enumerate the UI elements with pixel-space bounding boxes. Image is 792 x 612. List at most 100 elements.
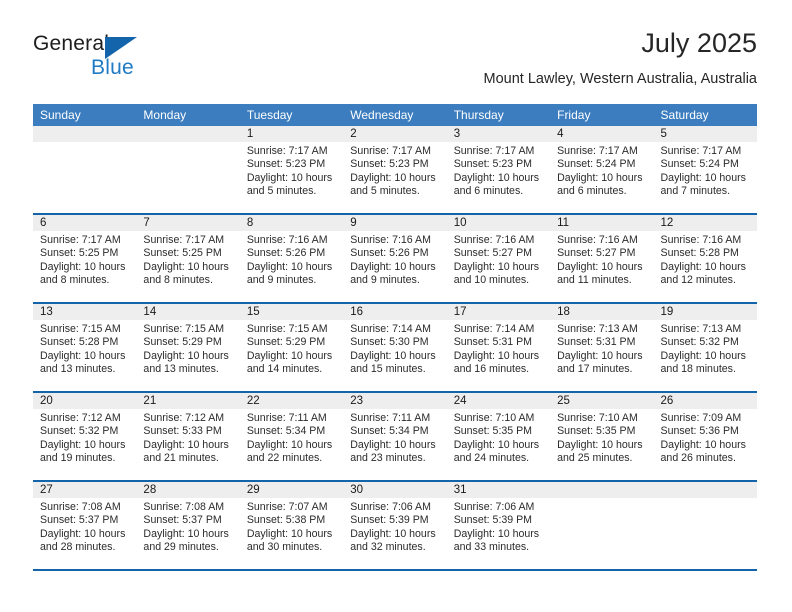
calendar-day-cell[interactable]: 15 Sunrise: 7:15 AM Sunset: 5:29 PM Dayligh…	[239, 304, 344, 391]
calendar-day-cell[interactable]: 7 Sunrise: 7:17 AM Sunset: 5:25 PM Daylight…	[136, 215, 240, 302]
brand-name-general: General	[33, 32, 110, 55]
page-title: July 2025	[641, 28, 757, 58]
day-details: Sunrise: 7:07 AM Sunset: 5:38 PM Daylight:…	[240, 498, 343, 555]
calendar-day-cell[interactable]: 12 Sunrise: 7:16 AM Sunset: 5:28 PM Dayligh…	[653, 215, 757, 302]
sunrise-text: Sunrise: 7:16 AM	[453, 234, 535, 246]
daylight-text: Daylight: 10 hours and 33 minutes.	[453, 527, 540, 554]
calendar-weeks: 1 Sunrise: 7:17 AM Sunset: 5:23 PM Daylight…	[33, 126, 757, 571]
daylight-text: Daylight: 10 hours and 7 minutes.	[660, 171, 746, 198]
day-details: Sunrise: 7:17 AM Sunset: 5:24 PM Daylight:…	[654, 142, 757, 199]
calendar-day-cell[interactable]: 17 Sunrise: 7:14 AM Sunset: 5:31 PM Dayligh…	[446, 304, 551, 391]
day-details: Sunrise: 7:17 AM Sunset: 5:23 PM Daylight:…	[240, 142, 343, 199]
calendar-day-cell[interactable]: 18 Sunrise: 7:13 AM Sunset: 5:31 PM Dayligh…	[550, 304, 654, 391]
sunset-text: Sunset: 5:27 PM	[557, 247, 636, 260]
brand-logo[interactable]: General Blue	[33, 32, 163, 84]
day-number: 10	[446, 215, 551, 231]
calendar-day-cell-empty	[33, 126, 137, 213]
day-number: 14	[136, 304, 240, 320]
calendar-page: General Blue July 2025 Mount Lawley, Wes…	[0, 0, 792, 612]
day-details: Sunrise: 7:14 AM Sunset: 5:31 PM Daylight:…	[447, 320, 550, 377]
day-number: 5	[653, 126, 757, 142]
calendar-day-cell[interactable]: 29 Sunrise: 7:07 AM Sunset: 5:38 PM Dayligh…	[239, 482, 344, 569]
sunrise-text: Sunrise: 7:17 AM	[40, 234, 121, 246]
calendar-day-cell[interactable]: 2 Sunrise: 7:17 AM Sunset: 5:23 PM Daylight…	[343, 126, 447, 213]
sunrise-text: Sunrise: 7:14 AM	[350, 323, 431, 335]
day-details: Sunrise: 7:16 AM Sunset: 5:27 PM Daylight:…	[447, 231, 550, 288]
sunrise-text: Sunrise: 7:06 AM	[453, 501, 535, 513]
sunset-text: Sunset: 5:26 PM	[350, 247, 429, 260]
day-number: 11	[550, 215, 654, 231]
calendar-day-cell[interactable]: 30 Sunrise: 7:06 AM Sunset: 5:39 PM Dayligh…	[343, 482, 447, 569]
calendar-day-cell[interactable]: 1 Sunrise: 7:17 AM Sunset: 5:23 PM Daylight…	[239, 126, 344, 213]
calendar-day-cell[interactable]: 25 Sunrise: 7:10 AM Sunset: 5:35 PM Dayligh…	[550, 393, 654, 480]
sunset-text: Sunset: 5:32 PM	[40, 425, 119, 438]
daylight-text: Daylight: 10 hours and 12 minutes.	[660, 260, 746, 287]
day-details: Sunrise: 7:16 AM Sunset: 5:28 PM Daylight:…	[654, 231, 757, 288]
daylight-text: Daylight: 10 hours and 18 minutes.	[660, 349, 746, 376]
day-details: Sunrise: 7:16 AM Sunset: 5:26 PM Daylight:…	[240, 231, 343, 288]
calendar-day-cell[interactable]: 5 Sunrise: 7:17 AM Sunset: 5:24 PM Daylight…	[653, 126, 757, 213]
sunrise-text: Sunrise: 7:07 AM	[246, 501, 328, 513]
sunrise-text: Sunrise: 7:11 AM	[246, 412, 327, 424]
sunset-text: Sunset: 5:23 PM	[246, 158, 326, 171]
calendar-day-cell[interactable]: 20 Sunrise: 7:12 AM Sunset: 5:32 PM Dayligh…	[33, 393, 137, 480]
daylight-text: Daylight: 10 hours and 11 minutes.	[557, 260, 643, 287]
daylight-text: Daylight: 10 hours and 21 minutes.	[143, 438, 229, 465]
calendar-day-cell[interactable]: 8 Sunrise: 7:16 AM Sunset: 5:26 PM Daylight…	[239, 215, 344, 302]
calendar-day-cell[interactable]: 27 Sunrise: 7:08 AM Sunset: 5:37 PM Dayligh…	[33, 482, 137, 569]
weekday-header-sunday: Sunday	[40, 108, 81, 122]
day-number	[33, 126, 137, 142]
calendar-day-cell[interactable]: 19 Sunrise: 7:13 AM Sunset: 5:32 PM Dayligh…	[653, 304, 757, 391]
sunset-text: Sunset: 5:39 PM	[350, 514, 429, 527]
calendar-day-cell[interactable]: 24 Sunrise: 7:10 AM Sunset: 5:35 PM Dayligh…	[446, 393, 551, 480]
day-number	[653, 482, 757, 498]
calendar-day-cell[interactable]: 16 Sunrise: 7:14 AM Sunset: 5:30 PM Dayligh…	[343, 304, 447, 391]
calendar-day-cell[interactable]: 21 Sunrise: 7:12 AM Sunset: 5:33 PM Dayligh…	[136, 393, 240, 480]
calendar-day-cell[interactable]: 14 Sunrise: 7:15 AM Sunset: 5:29 PM Dayligh…	[136, 304, 240, 391]
weekday-header-friday: Friday	[557, 108, 591, 122]
calendar-day-cell[interactable]: 11 Sunrise: 7:16 AM Sunset: 5:27 PM Dayligh…	[550, 215, 654, 302]
day-details: Sunrise: 7:16 AM Sunset: 5:27 PM Daylight:…	[550, 231, 653, 288]
day-number: 23	[343, 393, 447, 409]
daylight-text: Daylight: 10 hours and 26 minutes.	[660, 438, 746, 465]
sunrise-text: Sunrise: 7:13 AM	[557, 323, 638, 335]
calendar-day-cell[interactable]: 31 Sunrise: 7:06 AM Sunset: 5:39 PM Dayligh…	[446, 482, 551, 569]
sunrise-text: Sunrise: 7:14 AM	[453, 323, 535, 335]
day-number: 31	[446, 482, 551, 498]
sunset-text: Sunset: 5:37 PM	[143, 514, 222, 527]
calendar-day-cell[interactable]: 28 Sunrise: 7:08 AM Sunset: 5:37 PM Dayligh…	[136, 482, 240, 569]
sunrise-text: Sunrise: 7:08 AM	[143, 501, 225, 513]
day-number: 3	[446, 126, 551, 142]
sunset-text: Sunset: 5:35 PM	[557, 425, 636, 438]
calendar-day-cell[interactable]: 23 Sunrise: 7:11 AM Sunset: 5:34 PM Dayligh…	[343, 393, 447, 480]
calendar-day-cell[interactable]: 13 Sunrise: 7:15 AM Sunset: 5:28 PM Dayligh…	[33, 304, 137, 391]
calendar-day-cell[interactable]: 6 Sunrise: 7:17 AM Sunset: 5:25 PM Daylight…	[33, 215, 137, 302]
calendar-day-cell[interactable]: 9 Sunrise: 7:16 AM Sunset: 5:26 PM Daylight…	[343, 215, 447, 302]
calendar-day-cell[interactable]: 10 Sunrise: 7:16 AM Sunset: 5:27 PM Dayligh…	[446, 215, 551, 302]
sunrise-text: Sunrise: 7:15 AM	[246, 323, 328, 335]
sunset-text: Sunset: 5:28 PM	[660, 247, 739, 260]
day-number	[136, 126, 240, 142]
calendar-day-cell[interactable]: 22 Sunrise: 7:11 AM Sunset: 5:34 PM Dayligh…	[239, 393, 344, 480]
sunrise-text: Sunrise: 7:08 AM	[40, 501, 121, 513]
day-number: 27	[33, 482, 137, 498]
calendar-day-cell[interactable]: 26 Sunrise: 7:09 AM Sunset: 5:36 PM Dayligh…	[653, 393, 757, 480]
sunset-text: Sunset: 5:38 PM	[246, 514, 326, 527]
day-number	[550, 482, 654, 498]
sunrise-text: Sunrise: 7:10 AM	[453, 412, 535, 424]
daylight-text: Daylight: 10 hours and 13 minutes.	[40, 349, 126, 376]
sunset-text: Sunset: 5:36 PM	[660, 425, 739, 438]
brand-name-blue: Blue	[91, 56, 134, 79]
daylight-text: Daylight: 10 hours and 14 minutes.	[246, 349, 333, 376]
sunrise-text: Sunrise: 7:17 AM	[660, 145, 742, 157]
daylight-text: Daylight: 10 hours and 23 minutes.	[350, 438, 436, 465]
day-details: Sunrise: 7:17 AM Sunset: 5:23 PM Daylight:…	[343, 142, 446, 199]
day-details: Sunrise: 7:09 AM Sunset: 5:36 PM Daylight:…	[654, 409, 757, 466]
title-block: July 2025 Mount Lawley, Western Australi…	[484, 26, 757, 90]
calendar-day-cell[interactable]: 4 Sunrise: 7:17 AM Sunset: 5:24 PM Daylight…	[550, 126, 654, 213]
day-details: Sunrise: 7:15 AM Sunset: 5:29 PM Daylight:…	[136, 320, 239, 377]
sunrise-text: Sunrise: 7:12 AM	[143, 412, 225, 424]
calendar-day-cell[interactable]: 3 Sunrise: 7:17 AM Sunset: 5:23 PM Daylight…	[446, 126, 551, 213]
daylight-text: Daylight: 10 hours and 15 minutes.	[350, 349, 436, 376]
weekday-header-row: Sunday Monday Tuesday Wednesday Thursday Frid…	[33, 104, 757, 126]
